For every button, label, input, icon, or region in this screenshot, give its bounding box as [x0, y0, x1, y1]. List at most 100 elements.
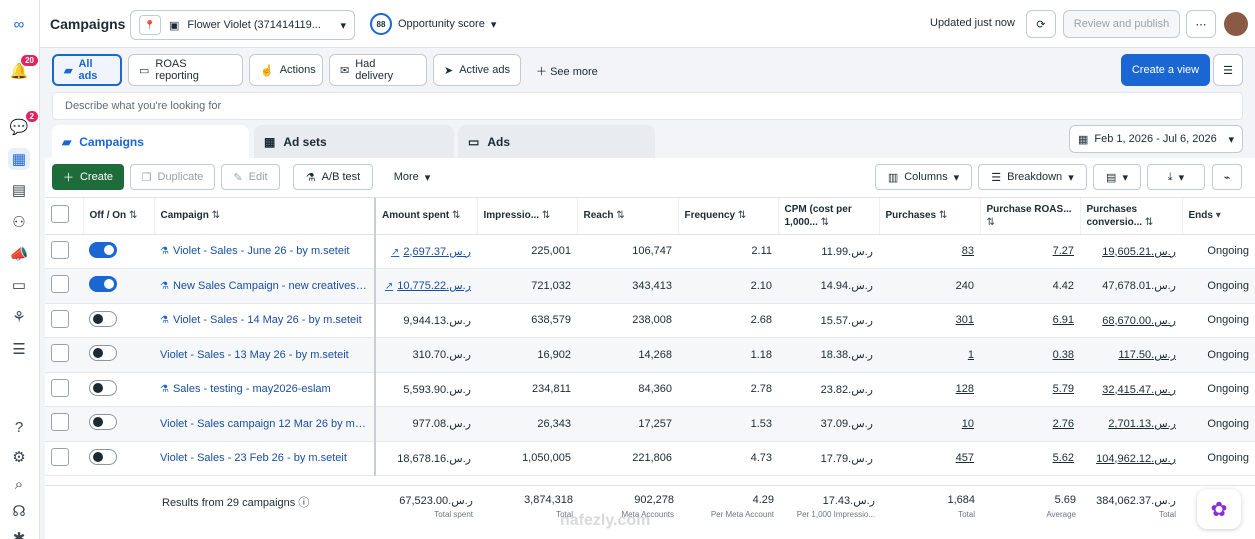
campaign-name-cell[interactable]: Violet - Sales - 13 May 26 - by m.seteit	[154, 337, 376, 373]
refresh-button[interactable]: ⟳	[1026, 10, 1056, 38]
conversion-value-cell[interactable]: ر.س.2,701.13	[1080, 406, 1182, 442]
table-row[interactable]: ⚗ Sales - testing - may2026-eslam ر.س.5,59…	[45, 372, 1255, 407]
more-options-button[interactable]: ⋯	[1186, 10, 1216, 38]
campaign-name[interactable]: Violet - Sales campaign 12 Mar 26 by m.s…	[160, 418, 373, 430]
col-off-on[interactable]: Off / On ⇅	[83, 198, 155, 235]
row-select-cell[interactable]	[45, 406, 83, 442]
campaign-name[interactable]: Sales - testing - may2026-eslam	[173, 383, 331, 395]
row-checkbox[interactable]	[51, 309, 69, 328]
row-toggle-cell[interactable]	[83, 337, 154, 373]
amount-spent-cell[interactable]: ↗ ر.س.10,775.22	[375, 268, 477, 304]
audiences-icon[interactable]: ⚇	[8, 211, 30, 233]
col-impressions[interactable]: Impressio... ⇅	[477, 198, 578, 235]
roas-cell[interactable]: 0.38	[980, 337, 1080, 373]
row-checkbox[interactable]	[51, 378, 69, 397]
account-selector[interactable]: 📍 ▣ Flower Violet (371414119... ▾	[130, 10, 355, 40]
col-reach[interactable]: Reach ⇅	[577, 198, 679, 235]
view-active-ads[interactable]: ➤ Active ads	[433, 54, 521, 86]
col-cpm[interactable]: CPM (cost per 1,000... ⇅	[778, 198, 880, 235]
date-range-picker[interactable]: ▦ Feb 1, 2026 - Jul 6, 2026 ▾	[1069, 125, 1243, 153]
campaign-toggle[interactable]	[89, 310, 117, 327]
search-input[interactable]: Describe what you're looking for	[52, 92, 1243, 120]
bug-icon[interactable]: ✱	[8, 527, 30, 539]
billing-icon[interactable]: ▭	[8, 274, 30, 296]
events-icon[interactable]: ⚘	[8, 306, 30, 328]
row-toggle-cell[interactable]	[83, 234, 154, 269]
col-purchases[interactable]: Purchases ⇅	[879, 198, 981, 235]
table-row[interactable]: ⚗ Violet - Sales - June 26 - by m.seteit ↗…	[45, 234, 1255, 269]
purchases-cell[interactable]: 128	[879, 372, 980, 407]
row-toggle-cell[interactable]	[83, 303, 154, 338]
view-roas-reporting[interactable]: ▭ ROAS reporting	[128, 54, 243, 86]
campaign-name-cell[interactable]: ⚗ Sales - testing - may2026-eslam	[154, 372, 376, 407]
ads-manager-table-icon[interactable]: ▦	[8, 148, 30, 170]
roas-cell[interactable]: 5.79	[980, 372, 1080, 407]
col-ends[interactable]: Ends ▾	[1182, 198, 1255, 235]
see-more-button[interactable]: ＋ See more	[536, 63, 598, 79]
reports-button[interactable]: ▤ ▾	[1093, 164, 1141, 190]
info-icon[interactable]: ⓘ	[298, 497, 309, 509]
campaign-name[interactable]: Violet - Sales - 23 Feb 26 - by m.seteit	[160, 452, 347, 464]
campaign-name-cell[interactable]: Violet - Sales campaign 12 Mar 26 by m.s…	[154, 406, 376, 442]
breakdown-button[interactable]: ☰ Breakdown ▾	[978, 164, 1087, 190]
table-row[interactable]: Violet - Sales - 23 Feb 26 - by m.seteit…	[45, 441, 1255, 476]
megaphone-icon[interactable]: 📣	[8, 243, 30, 265]
view-actions[interactable]: ☝ Actions	[249, 54, 323, 86]
row-toggle-cell[interactable]	[83, 268, 154, 304]
edit-button[interactable]: ✎ Edit	[221, 164, 280, 190]
roas-cell[interactable]: 4.42	[980, 268, 1080, 304]
pages-icon[interactable]: ▤	[8, 179, 30, 201]
purchases-cell[interactable]: 83	[879, 234, 980, 269]
chart-toggle-button[interactable]: ⌁	[1212, 164, 1242, 190]
row-select-cell[interactable]	[45, 372, 83, 407]
view-all-ads[interactable]: ▰ All ads	[52, 54, 122, 86]
conversion-value-cell[interactable]: ر.س.68,670.00	[1080, 303, 1182, 338]
purchases-cell[interactable]: 457	[879, 441, 980, 476]
roas-cell[interactable]: 6.91	[980, 303, 1080, 338]
conversion-value-cell[interactable]: ر.س.47,678.01	[1080, 268, 1182, 304]
settings-icon[interactable]: ⚙	[8, 446, 30, 468]
tab-ad-sets[interactable]: ▦ Ad sets	[254, 125, 454, 158]
campaign-name-cell[interactable]: ⚗ New Sales Campaign - new creatives -j..…	[154, 268, 376, 304]
row-toggle-cell[interactable]	[83, 406, 154, 442]
campaign-name[interactable]: Violet - Sales - 14 May 26 - by m.seteit	[173, 314, 362, 326]
campaign-name-cell[interactable]: ⚗ Violet - Sales - June 26 - by m.seteit	[154, 234, 376, 269]
row-checkbox[interactable]	[51, 344, 69, 363]
campaign-name[interactable]: Violet - Sales - June 26 - by m.seteit	[173, 245, 350, 257]
select-all-cell[interactable]	[45, 198, 84, 235]
messages-icon[interactable]: 💬 2	[8, 111, 38, 138]
meta-logo-icon[interactable]: ∞	[8, 13, 30, 35]
roas-cell[interactable]: 7.27	[980, 234, 1080, 269]
campaign-toggle[interactable]	[89, 345, 117, 362]
opportunity-score[interactable]: 88 Opportunity score ▾	[370, 13, 496, 35]
amount-spent-cell[interactable]: ↗ ر.س.2,697.37	[375, 234, 477, 269]
col-purchases-conversion[interactable]: Purchases conversio... ⇅	[1080, 198, 1183, 235]
campaign-toggle[interactable]	[89, 241, 117, 258]
table-row[interactable]: Violet - Sales - 13 May 26 - by m.seteit…	[45, 337, 1255, 373]
campaign-toggle[interactable]	[89, 448, 117, 465]
search-icon[interactable]: ⌕	[8, 473, 30, 495]
col-campaign[interactable]: Campaign ⇅	[154, 198, 376, 235]
help-icon[interactable]: ?	[8, 416, 30, 438]
campaign-toggle[interactable]	[89, 414, 117, 431]
row-checkbox[interactable]	[51, 447, 69, 466]
table-row[interactable]: Violet - Sales campaign 12 Mar 26 by m.s…	[45, 406, 1255, 442]
conversion-value-cell[interactable]: ر.س.104,962.12	[1080, 441, 1182, 476]
row-select-cell[interactable]	[45, 303, 83, 338]
row-checkbox[interactable]	[51, 275, 69, 294]
table-row[interactable]: ⚗ Violet - Sales - 14 May 26 - by m.setei…	[45, 303, 1255, 338]
more-button[interactable]: More ▾	[379, 164, 445, 190]
roas-cell[interactable]: 2.76	[980, 406, 1080, 442]
roas-cell[interactable]: 5.62	[980, 441, 1080, 476]
col-frequency[interactable]: Frequency ⇅	[678, 198, 779, 235]
row-select-cell[interactable]	[45, 337, 83, 373]
campaign-toggle[interactable]	[89, 276, 117, 293]
purchases-cell[interactable]: 1	[879, 337, 980, 373]
create-view-button[interactable]: Create a view	[1121, 54, 1210, 86]
conversion-value-cell[interactable]: ر.س.19,605.21	[1080, 234, 1182, 269]
purchases-cell[interactable]: 240	[879, 268, 980, 304]
export-button[interactable]: ⤓ ▾	[1147, 164, 1205, 190]
row-checkbox[interactable]	[51, 240, 69, 259]
row-toggle-cell[interactable]	[83, 441, 154, 476]
col-amount-spent[interactable]: Amount spent ⇅	[375, 198, 478, 235]
